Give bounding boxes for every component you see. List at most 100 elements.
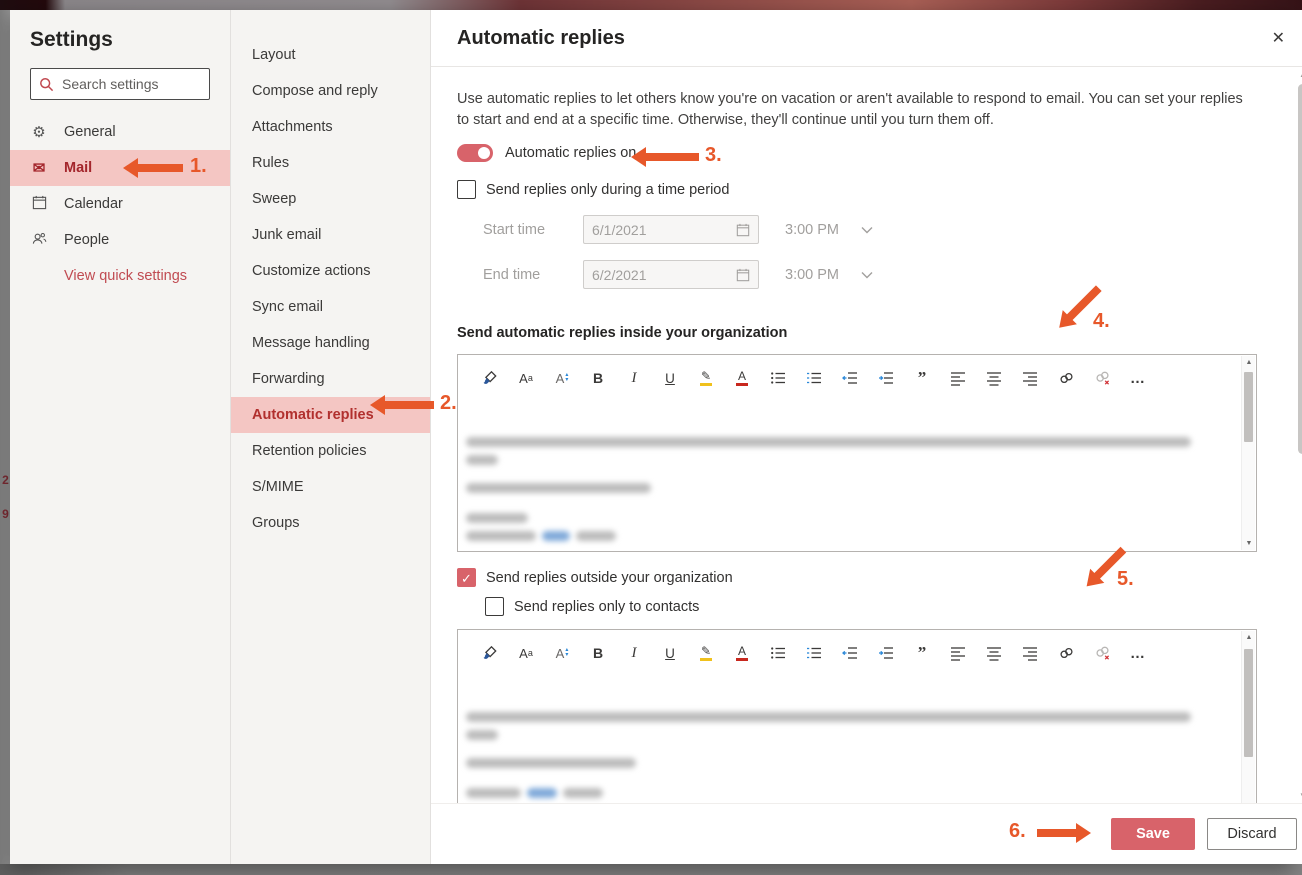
align-center-icon[interactable] xyxy=(976,365,1012,391)
remove-link-icon[interactable] xyxy=(1084,365,1120,391)
end-date-field[interactable]: 6/2/2021 xyxy=(583,260,759,289)
nav-item-smime[interactable]: S/MIME xyxy=(231,469,430,505)
nav-item-message-handling[interactable]: Message handling xyxy=(231,325,430,361)
font-size-icon[interactable]: A▴▾ xyxy=(544,365,580,391)
scroll-up-icon[interactable]: ▲ xyxy=(1242,359,1256,366)
start-time-label: Start time xyxy=(483,222,583,238)
nav-item-compose-and-reply[interactable]: Compose and reply xyxy=(231,73,430,109)
nav-item-sync-email[interactable]: Sync email xyxy=(231,289,430,325)
end-date-value: 6/2/2021 xyxy=(592,267,647,283)
chevron-down-icon[interactable] xyxy=(861,226,873,234)
end-time-value[interactable]: 3:00 PM xyxy=(785,267,839,283)
increase-indent-icon[interactable] xyxy=(868,640,904,666)
inside-org-editor[interactable]: Aa A▴▾ B I U ✎ A ” … xyxy=(457,354,1257,552)
remove-link-icon[interactable] xyxy=(1084,640,1120,666)
header-divider xyxy=(431,66,1302,67)
time-period-label: Send replies only during a time period xyxy=(486,182,729,198)
italic-icon[interactable]: I xyxy=(616,640,652,666)
toggle-label: Automatic replies on xyxy=(505,145,636,161)
decrease-indent-icon[interactable] xyxy=(832,365,868,391)
decrease-indent-icon[interactable] xyxy=(832,640,868,666)
format-painter-icon[interactable] xyxy=(472,365,508,391)
insert-link-icon[interactable] xyxy=(1048,365,1084,391)
outside-org-checkbox[interactable]: ✓ xyxy=(457,568,476,587)
align-right-icon[interactable] xyxy=(1012,365,1048,391)
close-icon[interactable]: ✕ xyxy=(1268,24,1289,52)
scrollbar-thumb[interactable] xyxy=(1244,649,1253,757)
step1-arrow xyxy=(123,158,183,178)
view-quick-settings-link[interactable]: View quick settings xyxy=(64,268,210,284)
bulleted-list-icon[interactable] xyxy=(760,365,796,391)
nav-item-rules[interactable]: Rules xyxy=(231,145,430,181)
nav-item-customize-actions[interactable]: Customize actions xyxy=(231,253,430,289)
start-date-field[interactable]: 6/1/2021 xyxy=(583,215,759,244)
nav-item-retention-policies[interactable]: Retention policies xyxy=(231,433,430,469)
insert-link-icon[interactable] xyxy=(1048,640,1084,666)
blurred-text-line xyxy=(466,758,636,768)
format-painter-icon[interactable] xyxy=(472,640,508,666)
scroll-down-icon[interactable]: ▼ xyxy=(1242,540,1256,547)
nav-item-junk-email[interactable]: Junk email xyxy=(231,217,430,253)
background-calendar-date: 2 xyxy=(1,473,10,487)
nav-item-layout[interactable]: Layout xyxy=(231,37,430,73)
scroll-down-icon[interactable]: ▼ xyxy=(1296,791,1302,800)
sidebar-item-general[interactable]: ⚙ General xyxy=(30,114,210,150)
automatic-replies-toggle[interactable] xyxy=(457,144,493,162)
font-name-icon[interactable]: Aa xyxy=(508,640,544,666)
nav-item-sweep[interactable]: Sweep xyxy=(231,181,430,217)
step4-number: 4. xyxy=(1093,310,1110,333)
font-color-icon[interactable]: A xyxy=(724,365,760,391)
highlight-icon[interactable]: ✎ xyxy=(688,365,724,391)
quote-icon[interactable]: ” xyxy=(904,365,940,391)
align-left-icon[interactable] xyxy=(940,640,976,666)
highlight-icon[interactable]: ✎ xyxy=(688,640,724,666)
more-options-icon[interactable]: … xyxy=(1120,640,1156,666)
font-name-icon[interactable]: Aa xyxy=(508,365,544,391)
numbered-list-icon[interactable] xyxy=(796,365,832,391)
mail-icon: ✉ xyxy=(30,159,48,177)
time-period-checkbox[interactable] xyxy=(457,180,476,199)
nav-item-groups[interactable]: Groups xyxy=(231,505,430,541)
step5-number: 5. xyxy=(1117,568,1134,591)
font-size-icon[interactable]: A▴▾ xyxy=(544,640,580,666)
discard-button[interactable]: Discard xyxy=(1207,818,1297,850)
sidebar-items: ⚙ General ✉ Mail Calendar People xyxy=(30,114,210,258)
scrollbar-thumb[interactable] xyxy=(1244,372,1253,442)
editor-scrollbar[interactable]: ▲ xyxy=(1241,631,1255,808)
nav-item-forwarding[interactable]: Forwarding xyxy=(231,361,430,397)
save-button[interactable]: Save xyxy=(1111,818,1195,850)
italic-icon[interactable]: I xyxy=(616,365,652,391)
font-color-icon[interactable]: A xyxy=(724,640,760,666)
align-left-icon[interactable] xyxy=(940,365,976,391)
contacts-only-label: Send replies only to contacts xyxy=(514,599,699,615)
contacts-only-checkbox[interactable] xyxy=(485,597,504,616)
start-time-value[interactable]: 3:00 PM xyxy=(785,222,839,238)
panel-scrollbar[interactable]: ▲ ▼ xyxy=(1296,70,1302,800)
settings-sidebar: Settings Search settings ⚙ General ✉ Mai… xyxy=(10,10,230,864)
sidebar-item-label: General xyxy=(64,124,116,140)
calendar-icon xyxy=(736,268,750,282)
scroll-up-icon[interactable]: ▲ xyxy=(1242,634,1256,641)
numbered-list-icon[interactable] xyxy=(796,640,832,666)
scrollbar-thumb[interactable] xyxy=(1298,84,1302,454)
chevron-down-icon[interactable] xyxy=(861,271,873,279)
search-settings-input[interactable]: Search settings xyxy=(30,68,210,100)
increase-indent-icon[interactable] xyxy=(868,365,904,391)
align-right-icon[interactable] xyxy=(1012,640,1048,666)
editor-scrollbar[interactable]: ▲ ▼ xyxy=(1241,356,1255,550)
outside-org-editor[interactable]: Aa A▴▾ B I U ✎ A ” … xyxy=(457,629,1257,810)
align-center-icon[interactable] xyxy=(976,640,1012,666)
bold-icon[interactable]: B xyxy=(580,640,616,666)
scroll-up-icon[interactable]: ▲ xyxy=(1296,70,1302,79)
bulleted-list-icon[interactable] xyxy=(760,640,796,666)
sidebar-item-calendar[interactable]: Calendar xyxy=(30,186,210,222)
editor-blurred-content xyxy=(458,397,1256,541)
bold-icon[interactable]: B xyxy=(580,365,616,391)
sidebar-item-label: Calendar xyxy=(64,196,123,212)
quote-icon[interactable]: ” xyxy=(904,640,940,666)
nav-item-attachments[interactable]: Attachments xyxy=(231,109,430,145)
underline-icon[interactable]: U xyxy=(652,365,688,391)
sidebar-item-people[interactable]: People xyxy=(30,222,210,258)
underline-icon[interactable]: U xyxy=(652,640,688,666)
more-options-icon[interactable]: … xyxy=(1120,365,1156,391)
